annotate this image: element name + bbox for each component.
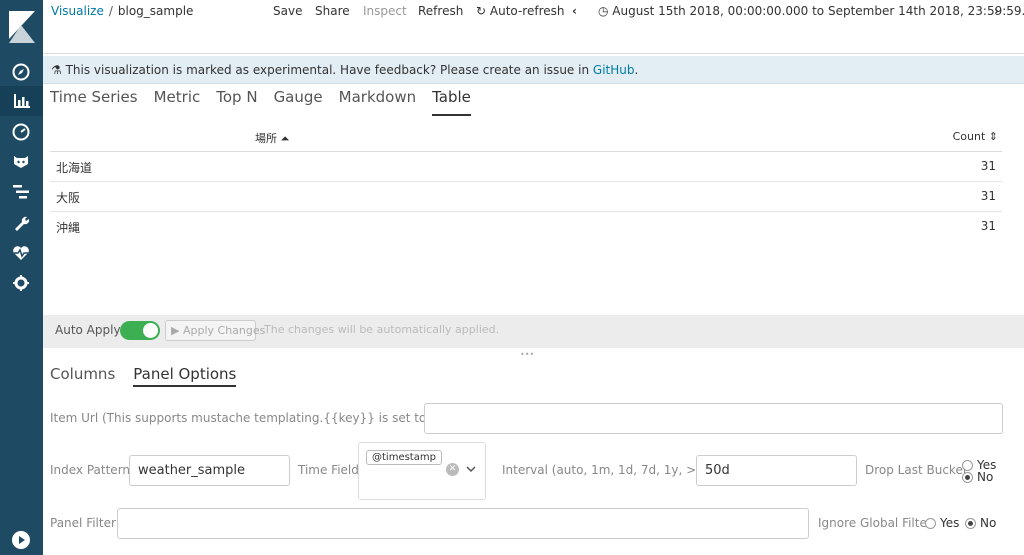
kibana-logo-icon <box>9 11 35 43</box>
radio-label: No <box>977 470 994 484</box>
editor-tabs: Columns Panel Options <box>50 365 254 387</box>
apm-icon[interactable] <box>11 182 31 202</box>
time-range-label: August 15th 2018, 00:00:00.000 to Septem… <box>612 4 1024 18</box>
table-row: 北海道 31 <box>50 152 1002 182</box>
time-range-picker[interactable]: ◷ August 15th 2018, 00:00:00.000 to Sept… <box>598 4 1024 18</box>
inspect-button[interactable]: Inspect <box>363 4 407 18</box>
save-button[interactable]: Save <box>273 4 302 18</box>
discover-icon[interactable] <box>11 62 31 82</box>
time-field-label: Time Field <box>298 463 359 477</box>
management-gear-icon[interactable] <box>11 273 31 293</box>
dev-tools-icon[interactable] <box>11 213 31 233</box>
radio-label: No <box>980 516 997 530</box>
column-header-location[interactable]: 場所 ⏶ <box>255 130 289 146</box>
panel-resize-handle[interactable]: ••• <box>520 351 534 359</box>
radio-dot <box>925 517 936 529</box>
collapse-play-icon[interactable] <box>12 531 30 549</box>
data-table: 場所 ⏶ Count ⇕ 北海道 31 大阪 31 沖縄 31 <box>50 122 1002 242</box>
column-header-count[interactable]: Count ⇕ <box>953 130 998 143</box>
dashboard-icon[interactable] <box>11 122 31 142</box>
github-link[interactable]: GitHub <box>593 63 635 77</box>
refresh-button[interactable]: Refresh <box>418 4 463 18</box>
breadcrumb: Visualize / blog_sample <box>51 4 193 18</box>
tab-table[interactable]: Table <box>432 88 471 116</box>
tab-columns[interactable]: Columns <box>50 365 115 387</box>
cell-count: 31 <box>980 159 996 173</box>
item-url-input[interactable] <box>424 403 1003 434</box>
ignore-global-filter-no-radio[interactable]: No <box>965 516 996 530</box>
chevron-down-icon[interactable] <box>465 463 477 478</box>
ignore-global-filter-yes-radio[interactable]: Yes <box>925 516 959 530</box>
tab-panel-options[interactable]: Panel Options <box>133 365 237 387</box>
tab-markdown[interactable]: Markdown <box>339 88 416 116</box>
cell-location: 北海道 <box>56 161 93 175</box>
timelion-icon[interactable] <box>11 152 31 172</box>
vis-type-tabs: Time Series Metric Top N Gauge Markdown … <box>50 88 487 116</box>
cell-count: 31 <box>980 219 996 233</box>
kibana-logo[interactable] <box>0 0 43 54</box>
index-pattern-label: Index Pattern <box>50 463 131 477</box>
clear-icon[interactable]: ✕ <box>446 463 459 476</box>
ignore-global-filter-label: Ignore Global Filter <box>818 516 932 530</box>
time-field-combobox[interactable]: @timestamp ✕ <box>358 442 486 500</box>
cell-location: 沖縄 <box>56 221 81 235</box>
experimental-banner: ⚗ This visualization is marked as experi… <box>43 56 1024 84</box>
breadcrumb-visualize-link[interactable]: Visualize <box>51 4 104 18</box>
table-row: 沖縄 31 <box>50 212 1002 242</box>
tab-time-series[interactable]: Time Series <box>50 88 138 116</box>
breadcrumb-separator: / <box>108 4 113 18</box>
panel-filter-label: Panel Filter <box>50 516 116 530</box>
monitoring-icon[interactable] <box>11 243 31 263</box>
share-button[interactable]: Share <box>315 4 350 18</box>
tab-metric[interactable]: Metric <box>154 88 201 116</box>
radio-dot <box>962 459 973 471</box>
beaker-icon: ⚗ <box>51 63 66 77</box>
time-back-chevron-icon[interactable]: ‹ <box>572 4 577 18</box>
tab-top-n[interactable]: Top N <box>216 88 257 116</box>
top-nav-bar: Visualize / blog_sample Save Share Inspect… <box>43 0 1024 54</box>
sidebar-nav <box>0 0 43 555</box>
auto-apply-label: Auto Apply <box>55 323 121 337</box>
interval-input[interactable] <box>696 455 857 486</box>
breadcrumb-current: blog_sample <box>117 4 194 18</box>
table-header: 場所 ⏶ Count ⇕ <box>50 122 1002 152</box>
radio-label: Yes <box>940 516 960 530</box>
radio-dot <box>962 471 973 483</box>
auto-refresh-label: Auto-refresh <box>489 4 565 18</box>
visualize-icon[interactable] <box>0 86 43 116</box>
time-field-chip[interactable]: @timestamp <box>366 450 442 465</box>
auto-apply-toggle[interactable] <box>120 321 160 340</box>
toggle-knob <box>143 323 158 338</box>
panel-filter-input[interactable] <box>117 508 809 539</box>
cell-count: 31 <box>980 189 996 203</box>
auto-refresh-button[interactable]: ↻ Auto-refresh <box>476 4 564 18</box>
radio-dot <box>965 517 976 529</box>
banner-text: This visualization is marked as experime… <box>65 63 590 77</box>
auto-apply-bar: Auto Apply ▶ Apply Changes The changes w… <box>43 315 1024 348</box>
cell-location: 大阪 <box>56 191 81 205</box>
time-forward-chevron-icon[interactable]: › <box>994 4 999 18</box>
item-url-label: Item Url (This supports mustache templat… <box>50 411 487 425</box>
drop-last-bucket-label: Drop Last Bucket <box>865 463 968 477</box>
banner-suffix: . <box>634 63 639 77</box>
clock-icon: ◷ <box>598 4 613 18</box>
table-row: 大阪 31 <box>50 182 1002 212</box>
apply-changes-button[interactable]: ▶ Apply Changes <box>165 320 265 341</box>
drop-last-bucket-no-radio[interactable]: No <box>962 470 993 484</box>
index-pattern-input[interactable] <box>129 455 290 486</box>
tab-gauge[interactable]: Gauge <box>274 88 323 116</box>
auto-refresh-icon: ↻ <box>476 4 490 18</box>
auto-apply-note: The changes will be automatically applie… <box>264 323 500 336</box>
